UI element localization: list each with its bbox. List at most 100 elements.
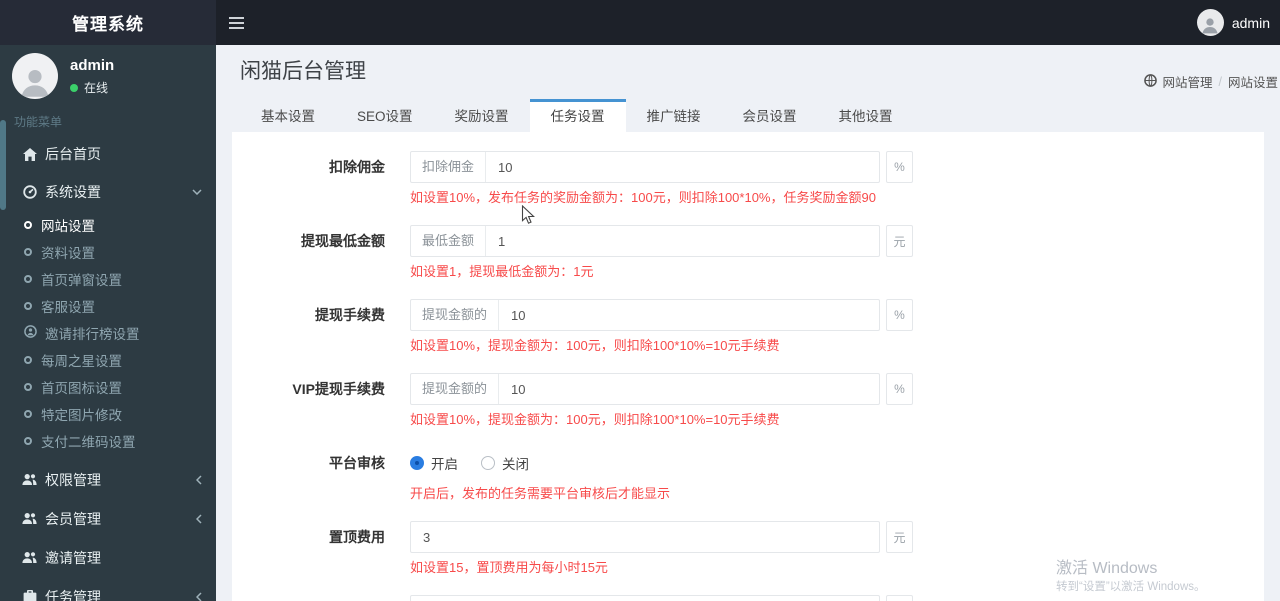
users-icon — [22, 551, 37, 564]
radio-label-on: 开启 — [431, 457, 458, 472]
unit-suffix: 元 — [886, 521, 913, 553]
gauge-icon — [22, 185, 37, 199]
form-row-platform-review: 平台审核 开启 关闭 开启后，发布的任务需要平台审核后才能显示 — [232, 447, 1264, 503]
briefcase-icon — [22, 590, 37, 601]
sidebar-toggle-button[interactable] — [216, 0, 256, 45]
sidebar-item-permission-management[interactable]: 权限管理 — [0, 460, 216, 499]
sidebar-item-invite-ranking-settings[interactable]: 邀请排行榜设置 — [0, 319, 216, 346]
top-navbar: 管理系统 admin — [0, 0, 1280, 45]
tab-other-settings[interactable]: 其他设置 — [818, 99, 914, 132]
tab-reward-settings[interactable]: 奖励设置 — [434, 99, 530, 132]
sidebar-item-dashboard[interactable]: 后台首页 — [0, 135, 216, 173]
min-withdrawal-input[interactable] — [486, 226, 879, 256]
breadcrumb-current: 网站设置 — [1227, 76, 1278, 90]
admin-app: 管理系统 admin admin 在线 功能菜单 后台首页 系统设置 网站设置 … — [0, 0, 1280, 601]
profile-avatar — [12, 53, 58, 99]
sidebar-item-member-management[interactable]: 会员管理 — [0, 499, 216, 538]
sidebar-item-specific-image-edit[interactable]: 特定图片修改 — [0, 400, 216, 427]
radio-review-on[interactable] — [410, 456, 424, 470]
sidebar-profile: admin 在线 — [0, 45, 216, 107]
chevron-left-icon — [196, 474, 202, 485]
field-label: 提现手续费 — [315, 307, 385, 323]
users-icon — [22, 512, 37, 525]
user-circle-icon — [24, 324, 45, 341]
sidebar-item-invite-management[interactable]: 邀请管理 — [0, 538, 216, 577]
navbar-user-menu[interactable]: admin — [1196, 9, 1280, 36]
sidebar-item-task-management[interactable]: 任务管理 — [0, 577, 216, 601]
form-row-pin-fee: 置顶费用 元 如设置15，置顶费用为每小时15元 — [232, 521, 1264, 577]
form-row-withdrawal-fee: 提现手续费 提现金额的 % 如设置10%，提现金额为：100元，则扣除100*1… — [232, 299, 1264, 355]
unit-suffix: % — [886, 299, 913, 331]
unit-suffix — [886, 595, 913, 601]
chevron-left-icon — [196, 591, 202, 601]
hamburger-icon — [228, 16, 244, 19]
sidebar-item-home-popup-settings[interactable]: 首页弹窗设置 — [0, 265, 216, 292]
withdrawal-fee-input[interactable] — [499, 300, 879, 330]
tab-member-settings[interactable]: 会员设置 — [722, 99, 818, 132]
sidebar-scrollbar[interactable] — [0, 120, 6, 210]
profile-status: 在线 — [70, 79, 114, 96]
circle-icon — [24, 382, 32, 391]
help-text: 开启后，发布的任务需要平台审核后才能显示 — [410, 486, 671, 501]
task-settings-panel: 扣除佣金 扣除佣金 % 如设置10%，发布任务的奖励金额为：100元，则扣除10… — [232, 132, 1264, 601]
input-prefix: 提现金额的 — [411, 300, 500, 330]
chevron-left-icon — [196, 513, 202, 524]
globe-icon — [1144, 73, 1158, 90]
sidebar-item-site-settings[interactable]: 网站设置 — [0, 211, 216, 238]
form-row-partial — [232, 595, 1264, 601]
field-label: 置顶费用 — [329, 529, 385, 545]
circle-icon — [24, 301, 32, 310]
circle-icon — [24, 247, 32, 256]
input-prefix: 提现金额的 — [411, 374, 500, 404]
field-label: VIP提现手续费 — [292, 381, 385, 397]
tab-seo-settings[interactable]: SEO设置 — [336, 99, 434, 132]
sidebar-item-payment-qrcode-settings[interactable]: 支付二维码设置 — [0, 427, 216, 454]
user-avatar-icon — [1196, 9, 1224, 36]
input-prefix: 扣除佣金 — [411, 152, 487, 182]
sidebar-item-home-icon-settings[interactable]: 首页图标设置 — [0, 373, 216, 400]
tab-task-settings[interactable]: 任务设置 — [529, 99, 626, 132]
system-settings-submenu: 网站设置 资料设置 首页弹窗设置 客服设置 邀请排行榜设置 每周之星设置 首页图… — [0, 211, 216, 454]
sidebar-item-label: 后台首页 — [45, 146, 101, 162]
form-row-commission-deduction: 扣除佣金 扣除佣金 % 如设置10%，发布任务的奖励金额为：100元，则扣除10… — [232, 151, 1264, 207]
users-icon — [22, 473, 37, 486]
chevron-down-icon — [192, 189, 202, 195]
menu-section-label: 功能菜单 — [14, 115, 63, 129]
sidebar-item-weekly-star-settings[interactable]: 每周之星设置 — [0, 346, 216, 373]
settings-tabs: 基本设置 SEO设置 奖励设置 任务设置 推广链接 会员设置 其他设置 — [240, 99, 1280, 132]
circle-icon — [24, 409, 32, 418]
status-label: 在线 — [84, 81, 109, 95]
breadcrumb-site-management[interactable]: 网站管理 — [1144, 72, 1213, 91]
page-title: 闲猫后台管理 — [240, 60, 366, 83]
content-header: 闲猫后台管理 网站管理 / 网站设置 — [216, 45, 1280, 90]
field-label: 扣除佣金 — [329, 159, 385, 175]
sidebar-lower-menu: 权限管理 会员管理 邀请管理 任务管理 — [0, 460, 216, 601]
sidebar-menu: 后台首页 系统设置 — [0, 135, 216, 211]
radio-label-off: 关闭 — [502, 457, 529, 472]
form-row-min-withdrawal: 提现最低金额 最低金额 元 如设置1，提现最低金额为：1元 — [232, 225, 1264, 281]
help-text: 如设置10%，提现金额为：100元，则扣除100*10%=10元手续费 — [410, 412, 780, 427]
breadcrumb: 网站管理 / 网站设置 — [1144, 72, 1278, 91]
pin-fee-input[interactable] — [411, 522, 879, 552]
sidebar-item-service-settings[interactable]: 客服设置 — [0, 292, 216, 319]
circle-icon — [24, 274, 32, 283]
help-text: 如设置10%，发布任务的奖励金额为：100元，则扣除100*10%，任务奖励金额… — [410, 190, 876, 205]
form-row-vip-withdrawal-fee: VIP提现手续费 提现金额的 % 如设置10%，提现金额为：100元，则扣除10… — [232, 373, 1264, 429]
app-logo[interactable]: 管理系统 — [0, 0, 216, 45]
sidebar-item-label: 系统设置 — [45, 184, 101, 200]
field-label: 平台审核 — [329, 455, 385, 471]
radio-review-off[interactable] — [481, 456, 495, 470]
breadcrumb-separator: / — [1218, 74, 1222, 89]
vip-withdrawal-fee-input[interactable] — [499, 374, 879, 404]
online-dot-icon — [70, 83, 78, 92]
partial-input[interactable] — [411, 596, 879, 601]
help-text: 如设置10%，提现金额为：100元，则扣除100*10%=10元手续费 — [410, 338, 780, 353]
unit-suffix: 元 — [886, 225, 913, 257]
sidebar-item-profile-settings[interactable]: 资料设置 — [0, 238, 216, 265]
circle-icon — [24, 355, 32, 364]
commission-deduction-input[interactable] — [486, 152, 879, 182]
sidebar-item-system-settings[interactable]: 系统设置 — [0, 173, 216, 211]
tab-basic-settings[interactable]: 基本设置 — [240, 99, 336, 132]
tab-promotion-link[interactable]: 推广链接 — [626, 99, 722, 132]
main-content: 闲猫后台管理 网站管理 / 网站设置 基本设置 SEO设置 奖励设置 任务设置 … — [216, 45, 1280, 601]
